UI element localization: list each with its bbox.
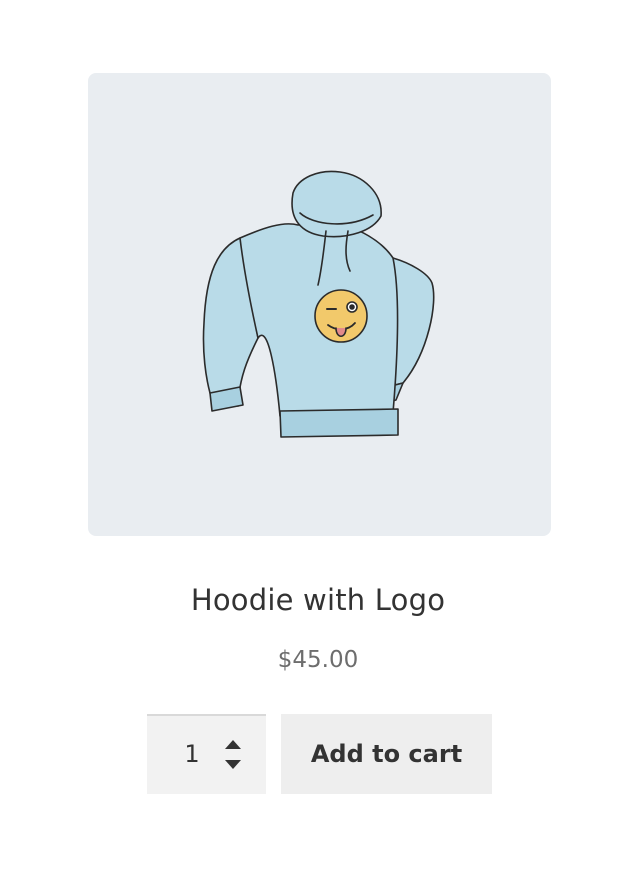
quantity-increase-icon[interactable] [224,739,242,751]
quantity-stepper[interactable]: 1 [147,714,266,794]
quantity-input[interactable]: 1 [177,738,207,770]
hoodie-illustration [202,170,435,438]
product-image[interactable] [88,73,551,536]
hoodie-waistband [279,408,399,438]
add-to-cart-button[interactable]: Add to cart [281,714,492,794]
product-title[interactable]: Hoodie with Logo [0,582,636,618]
hoodie-hood [291,170,382,238]
quantity-decrease-icon[interactable] [224,759,242,771]
product-price: $45.00 [277,647,359,673]
